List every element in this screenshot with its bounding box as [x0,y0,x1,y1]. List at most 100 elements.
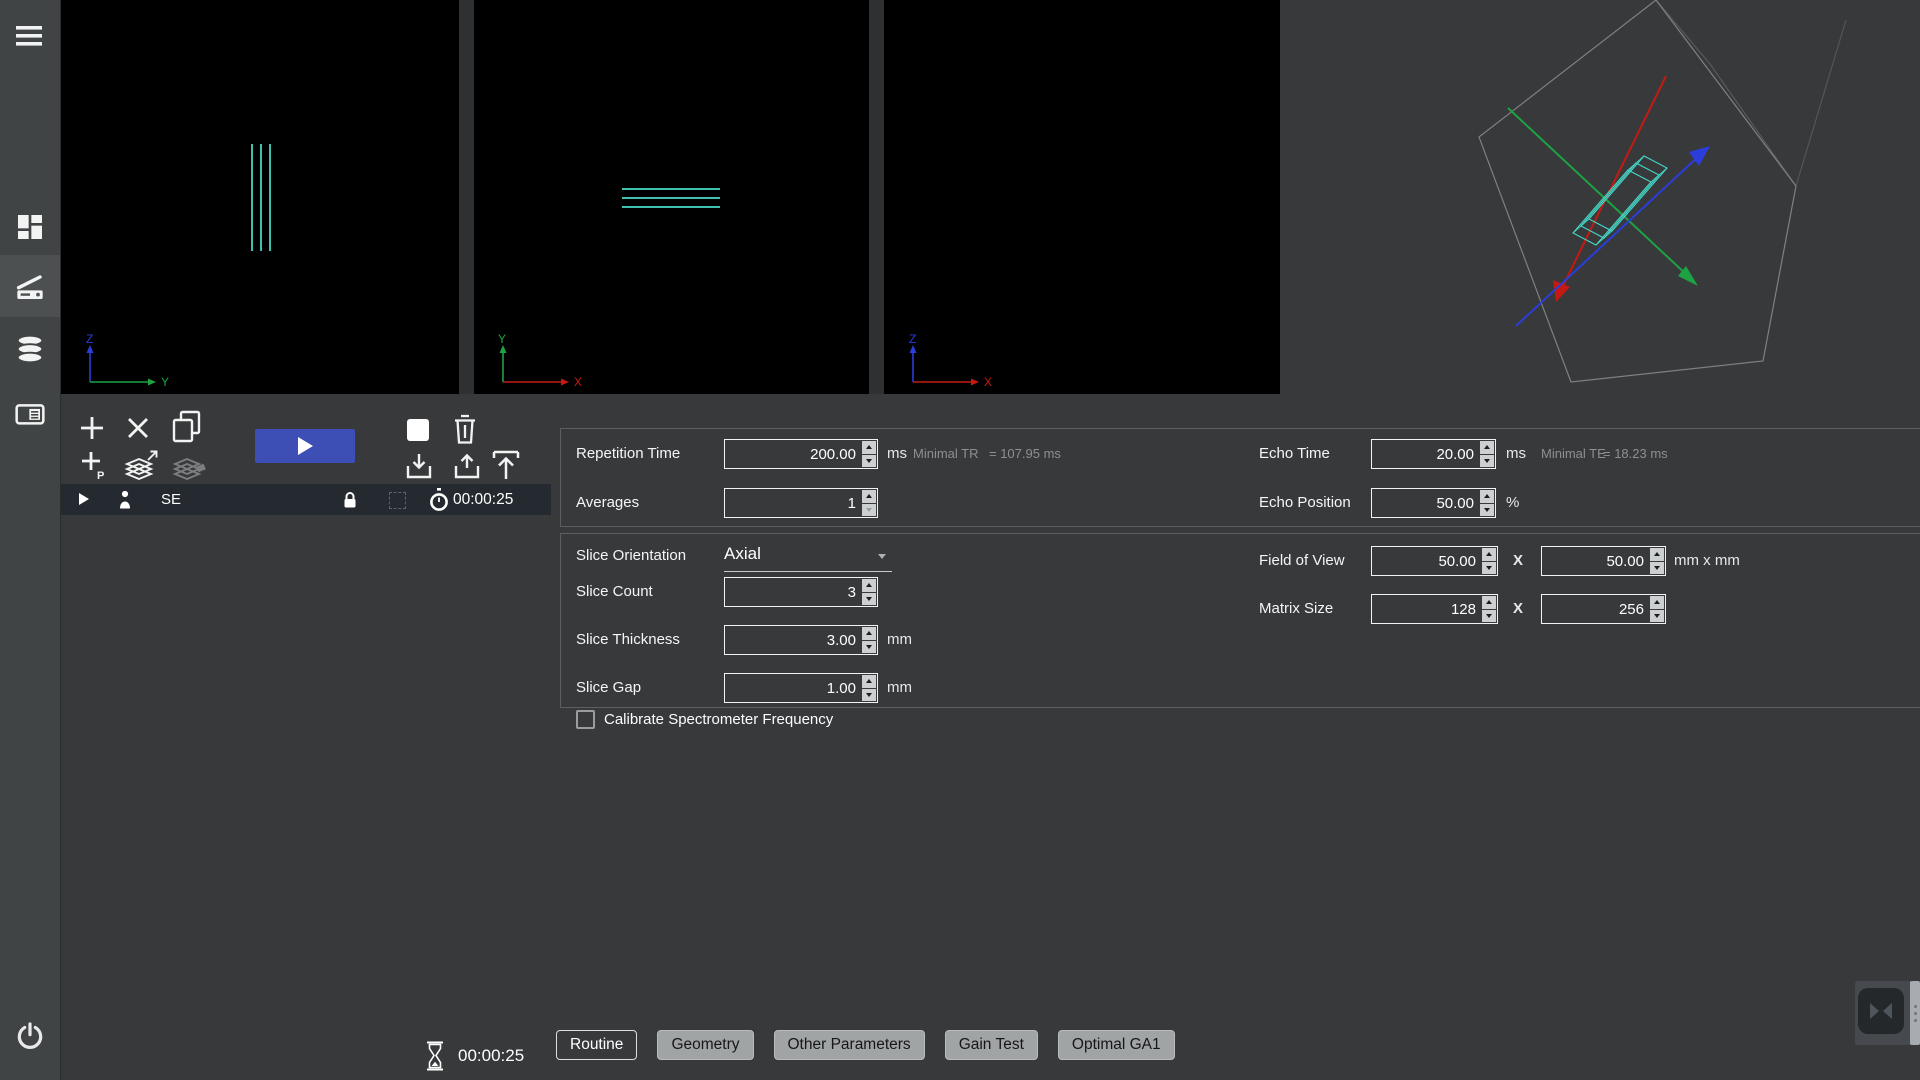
spinner-down-button[interactable] [1480,455,1494,468]
upload-icon[interactable] [452,452,482,480]
repetition-time-input[interactable] [725,440,861,468]
duplicate-stack-disabled-icon[interactable] [168,448,210,484]
registration-card-icon[interactable] [14,398,46,430]
spinner-down-button[interactable] [1482,610,1496,623]
slice-thickness-input[interactable] [725,626,861,654]
download-icon[interactable] [404,452,434,480]
axis-z-blue [1516,155,1700,326]
spinner-down-button[interactable] [1480,504,1494,517]
spinner-down-button[interactable] [862,689,876,702]
minimal-tr-label: Minimal TR [913,439,979,469]
horizontal-axis-label: Y [161,375,169,388]
delete-icon[interactable] [450,412,480,446]
fov-y-spinner [1649,547,1665,575]
spinner-up-button[interactable] [862,441,876,454]
stopwatch-icon [427,487,451,513]
scanner-icon[interactable] [14,271,46,303]
spinner-down-button[interactable] [1650,562,1664,575]
tab-routine[interactable]: Routine [556,1030,637,1060]
slice-gap-label: Slice Gap [576,673,641,703]
power-icon[interactable] [14,1020,46,1052]
calibrate-spectrometer-label: Calibrate Spectrometer Frequency [604,711,833,728]
spinner-up-button[interactable] [1650,548,1664,561]
stop-button[interactable] [407,419,429,441]
echo-position-input[interactable] [1372,489,1479,517]
spinner-down-button[interactable] [862,455,876,468]
spinner-down-button[interactable] [862,641,876,654]
bowtie-icon [1868,1001,1894,1021]
spinner-up-button[interactable] [862,490,876,503]
spinner-down-button[interactable] [862,593,876,606]
dashboard-icon[interactable] [14,211,46,243]
database-icon[interactable] [14,333,46,365]
spinner-up-button[interactable] [1480,490,1494,503]
matrix-separator: X [1513,594,1523,624]
spinner-up-button[interactable] [862,627,876,640]
viewport-yx[interactable]: Y X [474,0,869,394]
slice-line [622,197,720,199]
matrix-size-y-input[interactable] [1542,595,1649,623]
slice-orientation-dropdown[interactable]: Axial [724,541,892,572]
matrix-size-x-input[interactable] [1372,595,1481,623]
echo-position-spinner [1479,489,1495,517]
slice-line [260,144,262,251]
spinner-up-button[interactable] [862,675,876,688]
spinner-up-button[interactable] [1482,548,1496,561]
timing-parameters-section: Repetition Time ms Minimal TR = 107.95 m… [560,428,1920,527]
run-button[interactable] [255,429,355,463]
add-protocol-icon[interactable]: P [76,448,108,482]
sequence-toolbar: P [61,404,553,484]
field-of-view-x-input[interactable] [1372,547,1481,575]
axis-indicator: Z X [892,332,1017,388]
tab-geometry[interactable]: Geometry [657,1030,753,1060]
queue-row[interactable]: SE 00:00:25 [61,484,551,515]
upload-all-icon[interactable] [490,448,522,482]
chevron-down-icon [878,554,886,559]
vertical-axis-label: Z [86,332,93,346]
slice-gap-field [724,673,878,703]
echo-time-input[interactable] [1372,440,1479,468]
field-of-view-y-field [1541,546,1666,576]
spinner-up-button[interactable] [1480,441,1494,454]
echo-position-unit: % [1506,488,1519,518]
spinner-up-button[interactable] [1482,596,1496,609]
overlay-handle[interactable] [1910,981,1920,1045]
tab-other-parameters[interactable]: Other Parameters [774,1030,925,1060]
overlay-widget[interactable] [1855,981,1920,1045]
fov-x-spinner [1481,547,1497,575]
horizontal-axis-label: X [574,375,582,388]
close-icon[interactable] [124,414,152,442]
slice-orientation-label: Slice Orientation [576,541,686,571]
spinner-down-button[interactable] [862,504,876,517]
spinner-up-button[interactable] [862,579,876,592]
hourglass-icon [424,1040,446,1072]
slice-thickness-label: Slice Thickness [576,625,680,655]
slice-orientation-value: Axial [724,544,761,563]
menu-icon[interactable] [14,20,46,52]
viewport-zx[interactable]: Z X [884,0,1280,394]
calibrate-spectrometer-checkbox[interactable]: Calibrate Spectrometer Frequency [576,710,833,729]
duplicate-stack-icon[interactable] [120,448,160,484]
axis-indicator: Y X [482,332,607,388]
slice-count-input[interactable] [725,578,861,606]
field-of-view-label: Field of View [1259,546,1345,576]
tab-gain-test[interactable]: Gain Test [945,1030,1038,1060]
echo-time-unit: ms [1506,439,1526,469]
scene-3d-view[interactable] [1280,0,1920,405]
spinner-down-button[interactable] [1650,610,1664,623]
spinner-up-button[interactable] [1650,596,1664,609]
echo-time-field [1371,439,1496,469]
slice-gap-input[interactable] [725,674,861,702]
duplicate-icon[interactable] [168,408,206,448]
spinner-down-button[interactable] [1482,562,1496,575]
averages-input[interactable] [725,489,861,517]
field-of-view-y-input[interactable] [1542,547,1649,575]
minimal-te-value: = 18.23 ms [1603,439,1668,469]
geometry-parameters-section: Slice Orientation Axial Slice Count Slic… [560,533,1920,708]
overlay-app-button[interactable] [1858,988,1904,1034]
tab-optimal-ga1[interactable]: Optimal GA1 [1058,1030,1175,1060]
add-icon[interactable] [78,414,106,442]
viewport-zy[interactable]: Z Y [61,0,459,394]
fov-separator: X [1513,546,1523,576]
matrix-size-label: Matrix Size [1259,594,1333,624]
